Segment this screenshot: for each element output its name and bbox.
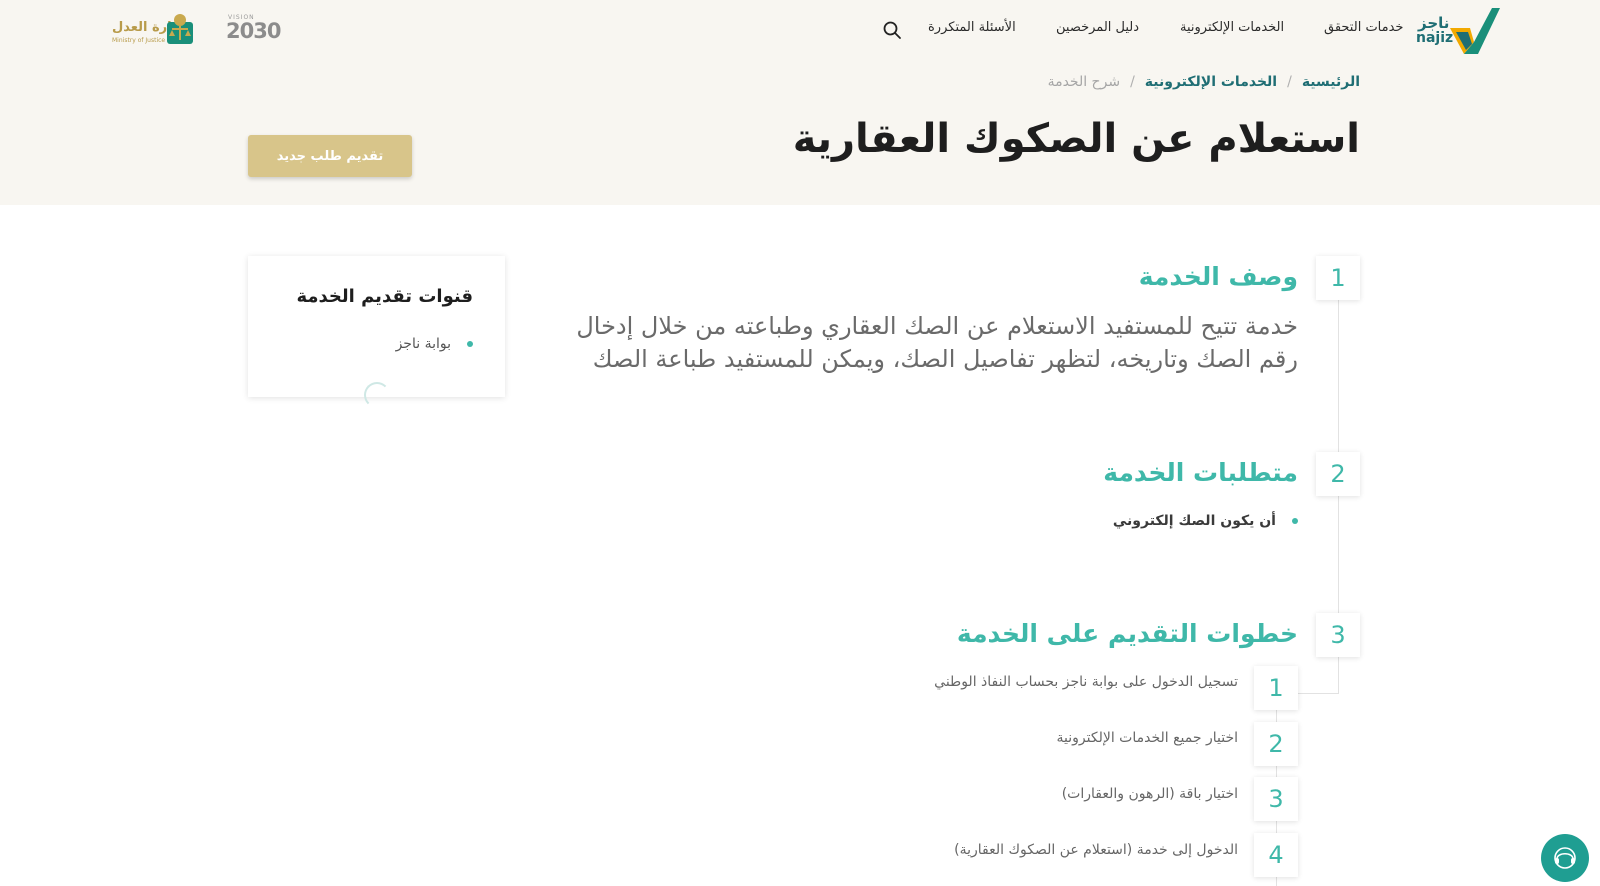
vision-2030-logo: VISION 2030 xyxy=(226,14,281,46)
nav-verification-services[interactable]: خدمات التحقق xyxy=(1324,20,1403,35)
breadcrumb-separator: / xyxy=(1130,74,1135,90)
breadcrumb-home[interactable]: الرئيسية xyxy=(1302,74,1360,90)
step-number: 3 xyxy=(1254,777,1298,821)
breadcrumb-current: شرح الخدمة xyxy=(1047,74,1121,90)
bullet-icon xyxy=(467,341,473,347)
bullet-icon xyxy=(1292,518,1298,524)
section-number: 3 xyxy=(1316,613,1360,657)
step-number: 1 xyxy=(1254,666,1298,710)
najiz-logo[interactable]: ناجز najiz xyxy=(1412,8,1500,54)
section-number: 2 xyxy=(1316,452,1360,496)
logo-english: najiz xyxy=(1416,30,1454,46)
ministry-of-justice-logo: وزارة العدل Ministry of Justice xyxy=(112,12,196,48)
breadcrumb-electronic-services[interactable]: الخدمات الإلكترونية xyxy=(1145,74,1277,90)
section-number: 1 xyxy=(1316,256,1360,300)
step-text: اختيار جميع الخدمات الإلكترونية xyxy=(1056,730,1239,746)
nav-faq[interactable]: الأسئلة المتكررة xyxy=(928,20,1016,35)
ministry-emblem-icon xyxy=(167,14,193,44)
service-description: خدمة تتيح للمستفيد الاستعلام عن الصك الع… xyxy=(576,312,1298,373)
search-icon[interactable] xyxy=(882,20,902,40)
breadcrumb-separator: / xyxy=(1287,74,1292,90)
timeline-connector xyxy=(1298,693,1339,694)
loading-spinner-icon xyxy=(364,382,390,408)
nav-electronic-services[interactable]: الخدمات الإلكترونية xyxy=(1180,20,1284,35)
headset-icon[interactable] xyxy=(1541,834,1589,882)
requirement-item: أن يكون الصك إلكتروني xyxy=(1113,513,1298,529)
breadcrumb: الرئيسية / الخدمات الإلكترونية / شرح الخدمة xyxy=(1048,74,1360,90)
section-title-requirements: متطلبات الخدمة xyxy=(1103,458,1298,487)
najiz-check-icon xyxy=(1450,8,1500,54)
requirement-text: أن يكون الصك إلكتروني xyxy=(1112,513,1276,529)
step-text: تسجيل الدخول على بوابة ناجز بحساب النفاذ… xyxy=(934,674,1238,690)
channels-title: قنوات تقديم الخدمة xyxy=(296,286,473,307)
new-request-button[interactable]: تقديم طلب جديد xyxy=(248,135,412,177)
ministry-name-en: Ministry of Justice xyxy=(112,37,166,44)
step-text: اختيار باقة (الرهون والعقارات) xyxy=(1061,786,1238,802)
page-title: استعلام عن الصكوك العقارية xyxy=(792,116,1360,162)
step-number: 2 xyxy=(1254,722,1298,766)
vision-year: 2030 xyxy=(226,19,281,43)
channel-label: بوابة ناجز xyxy=(395,336,451,352)
step-text: الدخول إلى خدمة (استعلام عن الصكوك العقا… xyxy=(954,842,1238,858)
step-number: 4 xyxy=(1254,833,1298,877)
nav-licensee-guide[interactable]: دليل المرخصين xyxy=(1056,20,1139,35)
section-title-steps: خطوات التقديم على الخدمة xyxy=(956,619,1298,648)
service-channels-card: قنوات تقديم الخدمة بوابة ناجز xyxy=(248,256,505,408)
section-title-description: وصف الخدمة xyxy=(1138,262,1298,291)
channel-item[interactable]: بوابة ناجز xyxy=(396,336,473,352)
